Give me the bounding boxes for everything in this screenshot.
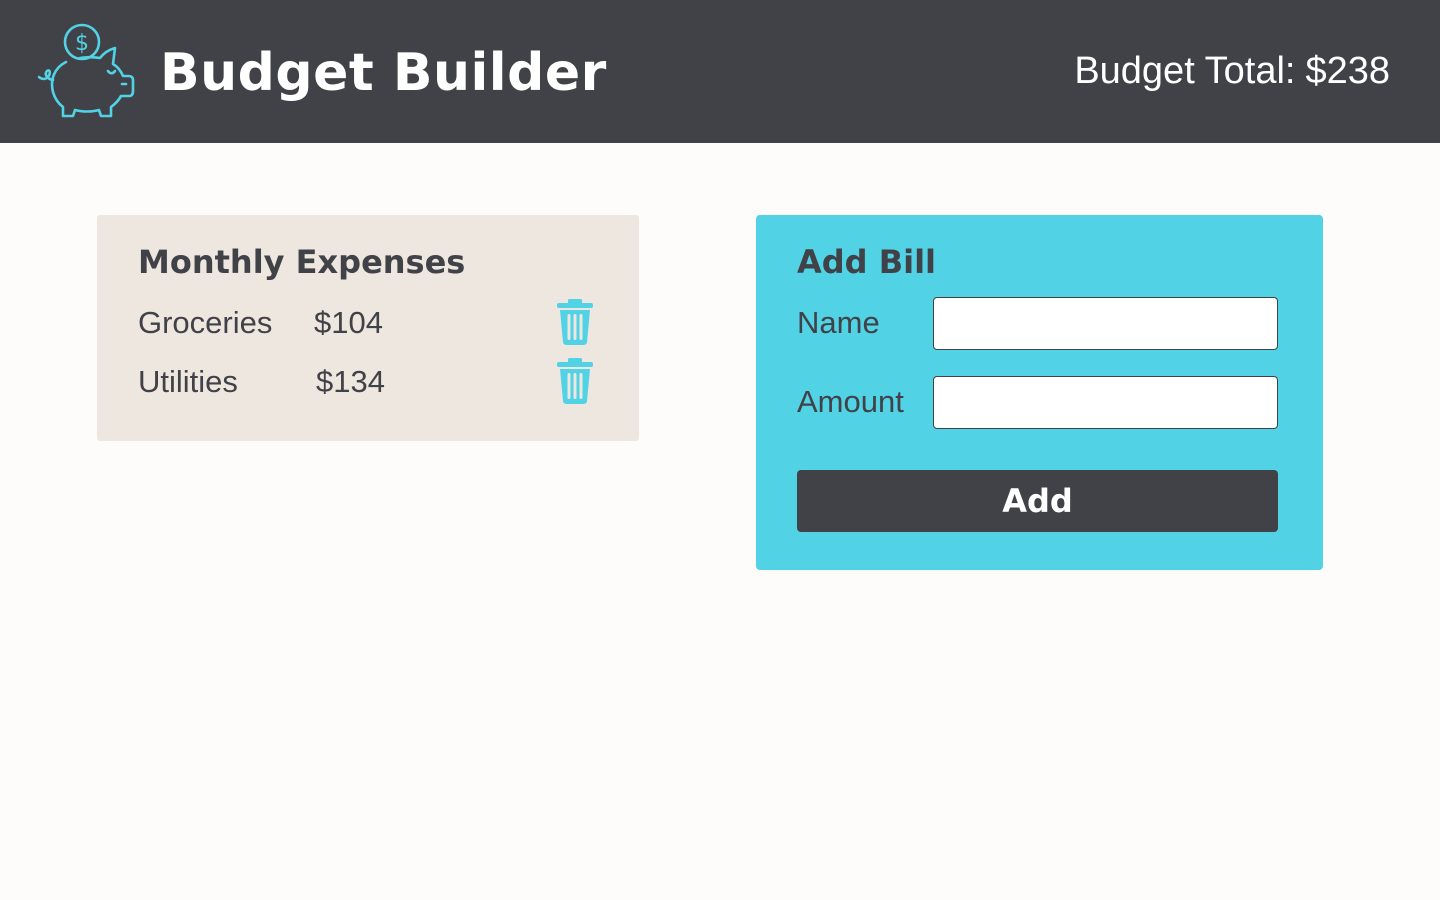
name-input[interactable] [933, 297, 1278, 350]
trash-icon[interactable] [556, 299, 594, 345]
budget-total-value: $238 [1305, 50, 1390, 92]
expense-row: Utilities $134 [138, 358, 598, 406]
expense-name: Utilities [138, 364, 238, 399]
name-label: Name [797, 305, 880, 340]
amount-input[interactable] [933, 376, 1278, 429]
svg-text:$: $ [75, 31, 89, 56]
expense-row: Groceries $104 [138, 299, 598, 347]
add-bill-card: Add Bill Name Amount Add [756, 215, 1323, 570]
add-bill-heading: Add Bill [797, 243, 937, 281]
budget-total-label: Budget Total: [1074, 50, 1296, 92]
expense-name: Groceries [138, 305, 273, 340]
monthly-expenses-heading: Monthly Expenses [138, 243, 466, 281]
piggy-bank-icon: $ [37, 23, 135, 118]
app-header: $ Budget Builder Budget Total: $238 [0, 0, 1440, 143]
amount-label: Amount [797, 384, 904, 419]
expense-amount: $104 [314, 305, 383, 340]
expense-amount: $134 [316, 364, 385, 399]
budget-total: Budget Total: $238 [1074, 48, 1390, 94]
monthly-expenses-card: Monthly Expenses Groceries $104 Utilitie… [97, 215, 639, 441]
trash-icon[interactable] [556, 358, 594, 404]
app-title: Budget Builder [160, 43, 607, 103]
add-button[interactable]: Add [797, 470, 1278, 532]
